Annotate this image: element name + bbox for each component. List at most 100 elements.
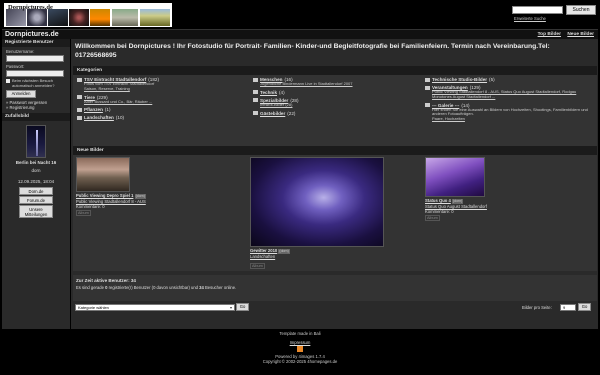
image-info: Status Quo 4 (dorn) Status Quo August St…	[425, 198, 487, 214]
image-comments: Kommentare: 0	[425, 209, 454, 214]
category-item: TSV Eintracht Stadtallendorf (182) Fotos …	[77, 77, 249, 92]
registered-count: 0	[105, 285, 108, 290]
password-field[interactable]	[6, 70, 64, 77]
auto-login-checkbox-row[interactable]: Beim nächsten Besuch automatisch anmelde…	[2, 78, 70, 88]
username-field[interactable]	[6, 55, 64, 62]
per-page-label: Bilder pro Seite:	[522, 305, 552, 310]
category-count: (4)	[279, 89, 285, 95]
auto-login-label: Beim nächsten Besuch automatisch anmelde…	[12, 78, 55, 88]
banner-photo	[112, 9, 138, 26]
active-users-heading: Zur Zeit aktive Benutzer: 34	[76, 278, 136, 283]
registered-users-heading: Registrierte Benutzer	[2, 39, 70, 47]
subcategory-links[interactable]: Paare, Hochzeiten	[425, 116, 595, 122]
per-page-select[interactable]: 9	[560, 304, 576, 311]
per-page-go-button[interactable]: Go	[578, 303, 591, 311]
category-item: Technische Studio-Bilder (5)	[425, 77, 595, 82]
subcategory-links[interactable]: Public Viewing Stadtallendorf 8 - AUS, S…	[425, 89, 595, 100]
banner-logo: Dornpictures.de	[8, 4, 53, 11]
category-item: Gästebilder (22)	[253, 111, 425, 116]
category-link[interactable]: Technische Studio-Bilder	[432, 77, 487, 82]
image-info: Gewitter 2010 (dorn) Landschaften	[250, 248, 290, 259]
category-item: --- Galerie --- (14) Hier finden Sie eine…	[425, 103, 595, 122]
search-button[interactable]: Suchen	[566, 5, 596, 15]
subcategory-links[interactable]: Infrarot-Bilder (28)	[253, 102, 425, 108]
image-comments: Kommentare: 0	[76, 204, 105, 209]
auto-login-checkbox[interactable]	[6, 79, 10, 83]
image-title-link[interactable]: Status Quo 4	[425, 198, 451, 203]
image-thumbnail[interactable]	[425, 157, 485, 197]
image-thumbnail[interactable]	[250, 157, 384, 247]
new-images-link[interactable]: Neue Bilder	[567, 32, 594, 37]
banner-photo	[6, 9, 26, 26]
new-images-heading: Neue Bilder	[73, 146, 597, 155]
forum-link-button[interactable]: Forum.de	[19, 196, 53, 204]
folder-icon	[253, 111, 258, 116]
title-bar: Dornpictures.de Top Bilder Neue Bilder	[2, 29, 598, 39]
new-images-panel: Neue Bilder Public Viewing Depro Spiel 1…	[73, 146, 597, 271]
users-text-c: Besucher online.	[205, 285, 237, 290]
guest-count: 34	[199, 285, 204, 290]
login-button[interactable]: Anmelden	[6, 90, 36, 98]
register-link[interactable]: » Registrierung	[2, 105, 70, 110]
search-input[interactable]	[512, 6, 563, 14]
users-text-b: registrierte(r) Benutzer (0 davon unsich…	[108, 285, 198, 290]
footer: Template made in Bali Impressum Powered …	[0, 328, 600, 375]
password-label: Passwort:	[6, 64, 25, 69]
folder-icon	[77, 107, 82, 112]
sidebar: Registrierte Benutzer Benutzername: Pass…	[2, 39, 70, 329]
banner[interactable]: Dornpictures.de	[4, 3, 172, 27]
category-select[interactable]: Kategorie wählen	[75, 304, 235, 311]
current-date: 12.09.2025, 18:04	[17, 179, 55, 184]
subcategory-links[interactable]: Saison, Reserve, Training	[77, 86, 249, 92]
category-item: Menschen (16) Jugendliche Bindermann Live…	[253, 77, 425, 87]
category-link[interactable]: Technik	[260, 90, 277, 95]
header: Dornpictures.de Suchen Erweiterte Suche	[0, 0, 600, 29]
random-image-title[interactable]: Berlin bei Nacht 16	[2, 160, 70, 165]
category-item: Tiere (229) Adler Bussard und Co., Bär, R…	[77, 95, 249, 105]
mitteilungen-link-button[interactable]: Unsere Mitteilungen	[19, 205, 53, 218]
image-title-link[interactable]: Gewitter 2010	[250, 248, 277, 253]
category-link[interactable]: Gästebilder	[260, 111, 285, 116]
advanced-search-link[interactable]: Erweiterte Suche	[514, 16, 546, 21]
category-link[interactable]: Pflanzen	[84, 107, 103, 112]
banner-photo	[140, 9, 170, 26]
folder-icon	[425, 103, 430, 108]
banner-photo	[69, 9, 89, 26]
folder-icon	[77, 95, 82, 100]
dorn-link-button[interactable]: Dorn.de	[19, 187, 53, 195]
site-title[interactable]: Dornpictures.de	[5, 31, 59, 38]
image-user: (dorn)	[278, 249, 290, 254]
categories-heading: Kategorien	[73, 66, 597, 75]
category-item: Spezialbilder (28) Infrarot-Bilder (28)	[253, 98, 425, 108]
folder-icon	[77, 77, 82, 82]
subcategory-links[interactable]: Adler Bussard und Co., Bär, Räuber ...	[77, 99, 249, 105]
rating-badge: Album	[425, 215, 440, 221]
category-count: (1)	[104, 107, 111, 113]
image-category-link[interactable]: Landschaften	[250, 254, 290, 259]
category-item: Technik (4)	[253, 90, 425, 95]
rss-icon[interactable]	[297, 346, 303, 352]
image-thumbnail[interactable]	[76, 157, 130, 192]
subcategory-links[interactable]: Jugendliche Bindermann Live in Stadtalle…	[253, 81, 425, 87]
image-title-link[interactable]: Public Viewing Depro Spiel 1	[76, 193, 133, 198]
category-count: (10)	[115, 115, 125, 121]
rating-badge: Album	[76, 210, 91, 216]
random-image-thumbnail[interactable]	[26, 125, 46, 158]
category-link[interactable]: Landschaften	[84, 115, 114, 120]
top-images-link[interactable]: Top Bilder	[538, 32, 561, 37]
category-item: Pflanzen (1)	[77, 107, 249, 112]
template-credit: Template made in Bali	[279, 331, 321, 336]
folder-icon	[253, 98, 258, 103]
active-users-text: Es sind gerade 0 registrierte(r) Benutze…	[76, 285, 316, 290]
folder-icon	[253, 90, 258, 95]
folder-icon	[425, 77, 430, 82]
random-image-heading: Zufallsbild	[2, 113, 70, 121]
image-info: Public Viewing Depro Spiel 1 (dorn) Publ…	[76, 193, 146, 209]
category-column: TSV Eintracht Stadtallendorf (182) Fotos …	[77, 77, 249, 123]
category-item: Veranstaltungen (129) Public Viewing Stad…	[425, 85, 595, 100]
banner-photo	[27, 9, 47, 26]
banner-photo	[48, 9, 68, 26]
main-content: Willkommen bei Dornpictures ! Ihr Fotost…	[71, 39, 598, 329]
copyright: Copyright © 2002-2025 4homepages.de	[262, 359, 338, 364]
category-go-button[interactable]: Go	[236, 303, 249, 311]
